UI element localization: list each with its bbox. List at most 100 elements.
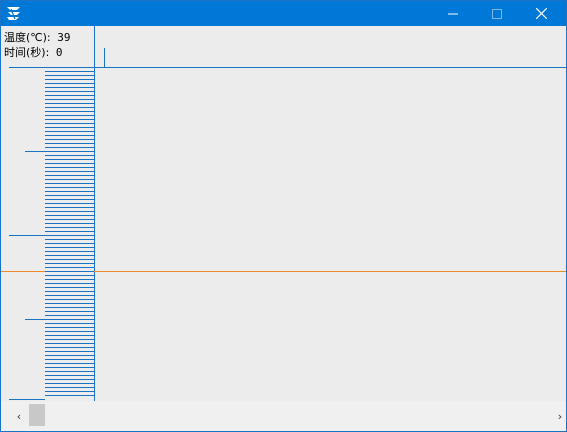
minor-tick [45, 311, 94, 312]
minor-tick [45, 195, 94, 196]
temperature-readout: 温度(℃): 39 [4, 31, 71, 44]
close-button[interactable] [519, 1, 563, 26]
minor-tick [45, 103, 94, 104]
minor-tick [45, 331, 94, 332]
minor-tick [45, 127, 94, 128]
time-readout: 时间(秒): 0 [4, 46, 63, 59]
minor-tick [45, 227, 94, 228]
minor-tick [45, 271, 94, 272]
major-tick [9, 399, 45, 400]
minor-tick [45, 207, 94, 208]
minor-tick [45, 115, 94, 116]
minor-tick [45, 243, 94, 244]
minor-tick [45, 87, 94, 88]
minor-tick [45, 231, 94, 232]
minor-tick [45, 327, 94, 328]
minor-tick [45, 203, 94, 204]
minor-tick [45, 323, 94, 324]
minor-tick [45, 147, 94, 148]
minor-tick [45, 371, 94, 372]
minor-tick [45, 263, 94, 264]
minor-tick [45, 163, 94, 164]
minor-tick [45, 375, 94, 376]
minor-tick [45, 287, 94, 288]
scroll-left-button[interactable]: ‹ [11, 408, 27, 424]
minor-tick [45, 191, 94, 192]
minor-tick [45, 295, 94, 296]
minor-tick [45, 71, 94, 72]
minor-tick [45, 335, 94, 336]
title-bar[interactable] [1, 1, 566, 26]
minor-tick [45, 91, 94, 92]
top-reference-line [9, 67, 566, 68]
minor-tick [45, 155, 94, 156]
minor-tick [45, 319, 94, 320]
maximize-button[interactable] [475, 1, 519, 26]
time-value: 0 [55, 46, 63, 59]
maximize-icon [492, 8, 502, 19]
minor-tick [45, 199, 94, 200]
minor-tick [45, 111, 94, 112]
minor-tick [45, 387, 94, 388]
minor-tick [45, 159, 94, 160]
minor-tick [45, 251, 94, 252]
horizontal-scrollbar[interactable]: ‹ › [1, 401, 566, 431]
time-cursor-line [104, 48, 105, 67]
minor-tick [45, 367, 94, 368]
minor-tick [45, 179, 94, 180]
scroll-thumb[interactable] [29, 404, 45, 426]
close-icon [535, 8, 547, 19]
minor-tick [45, 171, 94, 172]
minor-tick [45, 151, 94, 152]
minimize-button[interactable] [431, 1, 475, 26]
minor-tick [45, 255, 94, 256]
minor-tick [45, 239, 94, 240]
temperature-value: 39 [57, 31, 71, 44]
minor-tick [45, 223, 94, 224]
minor-tick [45, 79, 94, 80]
y-axis-line [94, 26, 95, 401]
minor-tick [45, 135, 94, 136]
minor-tick [45, 247, 94, 248]
major-tick [9, 235, 45, 236]
minor-tick [45, 167, 94, 168]
temperature-label: 温度(℃): [4, 31, 51, 44]
minor-tick [45, 75, 94, 76]
plot-area: 温度(℃): 39 时间(秒): 0 [1, 26, 566, 401]
minor-tick [45, 183, 94, 184]
minor-tick [45, 359, 94, 360]
scroll-right-button[interactable]: › [554, 408, 566, 424]
minor-tick [45, 107, 94, 108]
minor-tick [45, 211, 94, 212]
minor-tick [45, 351, 94, 352]
minor-tick [45, 119, 94, 120]
minor-tick [45, 339, 94, 340]
minor-tick [45, 379, 94, 380]
minor-tick [45, 283, 94, 284]
app-window: 温度(℃): 39 时间(秒): 0 ‹ › [0, 0, 567, 432]
time-label: 时间(秒): [4, 46, 50, 59]
app-logo-icon [7, 7, 20, 20]
minor-tick [45, 131, 94, 132]
minor-tick [45, 215, 94, 216]
minor-tick [45, 139, 94, 140]
minor-tick [45, 391, 94, 392]
minor-tick [45, 343, 94, 344]
minor-tick [45, 347, 94, 348]
minor-tick [45, 303, 94, 304]
minor-tick [45, 267, 94, 268]
minor-tick [45, 95, 94, 96]
minor-tick [45, 175, 94, 176]
minimize-icon [448, 13, 458, 14]
minor-tick [45, 383, 94, 384]
minor-tick [45, 355, 94, 356]
major-tick [25, 151, 45, 152]
minor-tick [45, 275, 94, 276]
minor-tick [45, 143, 94, 144]
minor-tick [45, 123, 94, 124]
minor-tick [45, 83, 94, 84]
minor-tick [45, 363, 94, 364]
minor-tick [45, 299, 94, 300]
minor-tick [45, 279, 94, 280]
minor-tick [45, 187, 94, 188]
